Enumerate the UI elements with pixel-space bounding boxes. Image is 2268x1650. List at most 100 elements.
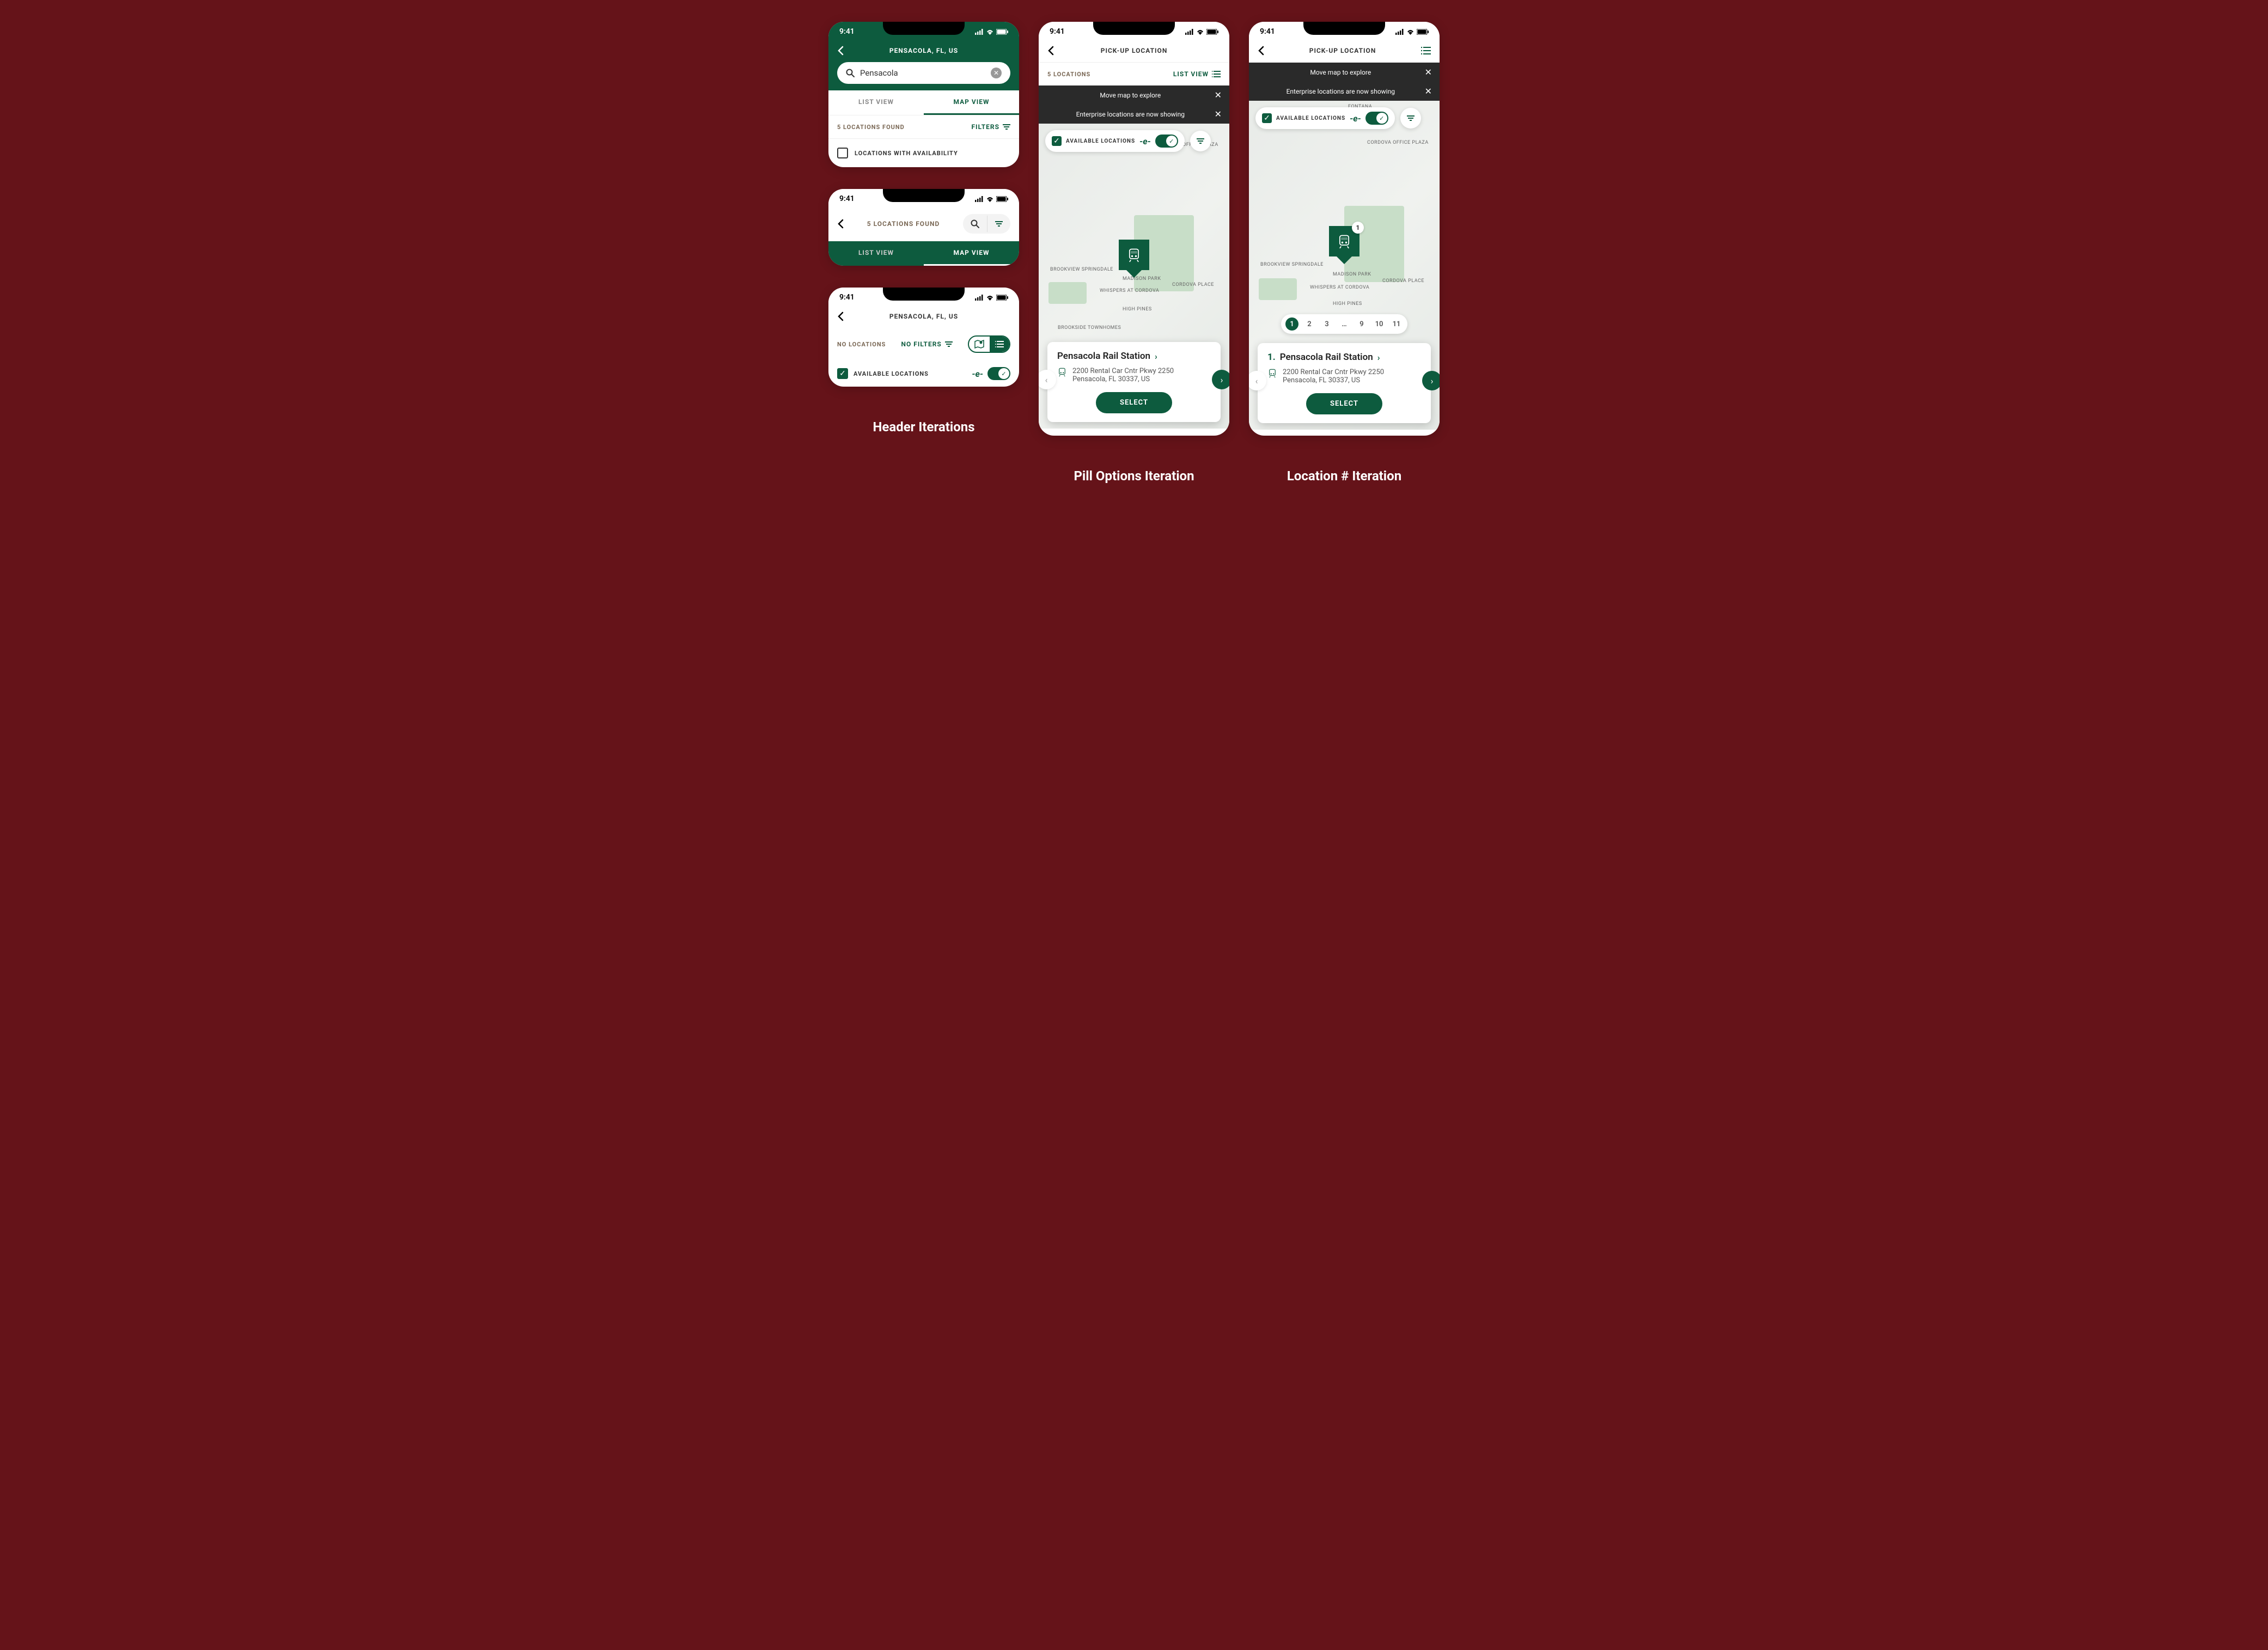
pill-bar: ✓ AVAILABLE LOCATIONS -e- ✓ — [1045, 130, 1223, 152]
back-button[interactable] — [837, 311, 844, 321]
available-checkbox[interactable]: ✓ — [837, 368, 848, 379]
map[interactable]: MADISON PARK CORDOVA PLACE WHISPERS AT C… — [1039, 124, 1229, 429]
toast-text: Move map to explore — [1046, 91, 1215, 99]
brand-toggle[interactable]: ✓ — [1365, 112, 1388, 125]
chevron-right-icon: › — [1377, 352, 1380, 363]
location-count: 5 LOCATIONS FOUND — [867, 220, 940, 228]
back-button[interactable] — [1258, 46, 1264, 56]
page-title: PICK-UP LOCATION — [1060, 47, 1208, 54]
search-input[interactable] — [860, 68, 985, 78]
view-toggle — [968, 335, 1010, 353]
map-pin[interactable] — [1119, 240, 1149, 270]
enterprise-logo-icon: -e- — [1350, 113, 1361, 124]
filters-button[interactable]: FILTERS — [971, 123, 1010, 131]
next-location-button[interactable]: › — [1212, 370, 1229, 389]
map-pin[interactable]: 1 — [1329, 226, 1359, 256]
train-icon — [1337, 234, 1352, 249]
view-tabs-dark: LIST VIEW MAP VIEW — [828, 241, 1019, 266]
notch — [1303, 22, 1385, 35]
available-checkbox[interactable]: ✓ — [1262, 113, 1272, 123]
available-pill: ✓ AVAILABLE LOCATIONS -e- ✓ — [1045, 130, 1185, 152]
toast-enterprise: Enterprise locations are now showing ✕ — [1039, 105, 1229, 124]
map-icon — [974, 340, 984, 349]
map[interactable]: MADISON PARK CORDOVA PLACE WHISPERS AT C… — [1249, 101, 1440, 430]
search-button[interactable] — [963, 214, 987, 234]
page-2[interactable]: 2 — [1303, 317, 1316, 331]
availability-label: LOCATIONS WITH AVAILABILITY — [855, 150, 958, 157]
available-checkbox[interactable]: ✓ — [1052, 136, 1062, 146]
filter-icon — [1197, 138, 1204, 144]
pin-number: 1 — [1352, 222, 1364, 234]
location-card: 1. Pensacola Rail Station › 2200 Rental … — [1258, 343, 1431, 423]
wifi-icon — [986, 196, 994, 202]
toast-close-button[interactable]: ✕ — [1215, 109, 1222, 119]
clear-search-button[interactable]: ✕ — [991, 68, 1002, 78]
filter-icon — [945, 341, 953, 347]
pill-bar: ✓ AVAILABLE LOCATIONS -e- ✓ — [1255, 107, 1433, 129]
phone-header-v1: 9:41 PENSACOLA, FL, US — [828, 22, 1019, 167]
filter-button[interactable] — [987, 216, 1010, 232]
list-view-button[interactable]: LIST VIEW — [1173, 70, 1221, 78]
status-time: 9:41 — [1050, 27, 1065, 36]
battery-icon — [1417, 29, 1429, 35]
search-input-container: ✕ — [837, 62, 1010, 84]
available-label: AVAILABLE LOCATIONS — [853, 370, 929, 377]
page-3[interactable]: 3 — [1320, 317, 1333, 331]
back-button[interactable] — [837, 46, 844, 56]
status-time: 9:41 — [839, 293, 855, 302]
signal-icon — [1395, 29, 1404, 35]
search-icon — [846, 69, 855, 77]
page-10[interactable]: 10 — [1373, 317, 1386, 331]
tab-list-view[interactable]: LIST VIEW — [828, 90, 924, 115]
signal-icon — [975, 29, 984, 35]
page-title: PENSACOLA, FL, US — [850, 313, 997, 320]
next-location-button[interactable]: › — [1422, 371, 1440, 390]
location-title-row[interactable]: 1. Pensacola Rail Station › — [1267, 352, 1421, 363]
filter-icon — [1003, 124, 1010, 130]
icon-button-group — [963, 214, 1010, 234]
location-title-row[interactable]: Pensacola Rail Station › — [1057, 351, 1211, 362]
caption-right: Location # Iteration — [1287, 468, 1401, 484]
tab-map-view[interactable]: MAP VIEW — [924, 90, 1019, 115]
available-pill: ✓ AVAILABLE LOCATIONS -e- ✓ — [1255, 107, 1395, 129]
page-11[interactable]: 11 — [1390, 317, 1403, 331]
signal-icon — [1185, 29, 1194, 35]
list-view-button[interactable] — [1421, 47, 1431, 54]
tab-map-view[interactable]: MAP VIEW — [924, 241, 1019, 266]
filter-button[interactable] — [1190, 131, 1211, 151]
filter-icon — [995, 221, 1003, 227]
battery-icon — [996, 29, 1008, 35]
location-number: 1. — [1267, 352, 1276, 363]
toast-close-button[interactable]: ✕ — [1425, 86, 1432, 96]
battery-icon — [1206, 29, 1218, 35]
filter-icon — [1407, 115, 1415, 121]
back-button[interactable] — [1047, 46, 1054, 56]
brand-toggle[interactable]: ✓ — [1155, 135, 1178, 148]
back-button[interactable] — [837, 219, 844, 229]
filter-button[interactable] — [1400, 108, 1421, 129]
no-filters-row: NO LOCATIONS NO FILTERS — [828, 328, 1019, 360]
no-filters-button[interactable]: NO FILTERS — [901, 340, 953, 348]
status-time: 9:41 — [839, 27, 855, 36]
status-icons — [975, 196, 1008, 202]
chevron-right-icon: › — [1155, 351, 1157, 362]
list-view-option[interactable] — [990, 337, 1009, 352]
select-button[interactable]: SELECT — [1306, 393, 1382, 414]
header-green: PENSACOLA, FL, US ✕ — [828, 39, 1019, 90]
status-time: 9:41 — [839, 194, 855, 203]
select-button[interactable]: SELECT — [1096, 392, 1172, 413]
brand-toggle[interactable]: ✓ — [987, 367, 1010, 380]
availability-row: LOCATIONS WITH AVAILABILITY — [828, 139, 1019, 167]
available-label: AVAILABLE LOCATIONS — [1276, 115, 1345, 121]
notch — [1093, 22, 1175, 35]
availability-checkbox[interactable] — [837, 148, 848, 158]
phone-header-v2: 9:41 5 LOCATIONS FOUND — [828, 189, 1019, 266]
page-1[interactable]: 1 — [1285, 317, 1298, 331]
toast-close-button[interactable]: ✕ — [1425, 67, 1432, 77]
filter-row: 5 LOCATIONS FOUND FILTERS — [828, 115, 1019, 139]
toast-close-button[interactable]: ✕ — [1215, 90, 1222, 100]
page-9[interactable]: 9 — [1355, 317, 1368, 331]
tab-list-view[interactable]: LIST VIEW — [828, 241, 924, 266]
map-view-option[interactable] — [969, 337, 990, 352]
enterprise-logo-icon: -e- — [972, 369, 983, 379]
